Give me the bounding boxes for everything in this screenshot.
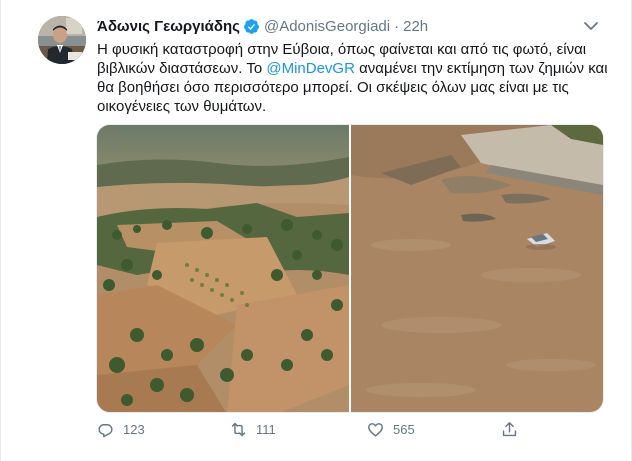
heart-icon (368, 423, 383, 437)
reply-count: 123 (123, 422, 145, 437)
tweet-header: Άδωνις Γεωργιάδης @AdonisGeorgiadi · 22h (97, 16, 428, 36)
flooded-road-with-car-photo[interactable] (351, 125, 603, 412)
author-display-name[interactable]: Άδωνις Γεωργιάδης (97, 18, 240, 35)
mention-link[interactable]: @MinDevGR (266, 60, 355, 77)
tweet-text: Η φυσική καταστροφή στην Εύβοια, όπως φα… (97, 40, 617, 116)
tweet-media (96, 124, 604, 413)
tweet-timestamp[interactable]: 22h (403, 18, 428, 35)
flooded-fields-photo[interactable] (97, 125, 349, 412)
reply-button[interactable]: 123 (96, 420, 145, 439)
tweet-actions: 123 111 565 (96, 420, 526, 442)
like-count: 565 (393, 422, 415, 437)
reply-icon (98, 424, 113, 438)
share-icon (502, 422, 517, 437)
separator-dot: · (394, 17, 400, 35)
tweet-card[interactable]: Άδωνις Γεωργιάδης @AdonisGeorgiadi · 22h… (0, 0, 632, 461)
author-handle[interactable]: @AdonisGeorgiadi (264, 18, 390, 35)
author-avatar[interactable] (38, 16, 86, 64)
retweet-icon (231, 422, 246, 437)
retweet-button[interactable]: 111 (229, 420, 276, 439)
avatar-photo (38, 16, 86, 64)
retweet-count: 111 (256, 422, 276, 437)
verified-badge-icon (243, 18, 260, 35)
share-button[interactable] (500, 420, 527, 439)
chevron-down-icon[interactable] (581, 16, 601, 36)
like-button[interactable]: 565 (366, 420, 415, 439)
